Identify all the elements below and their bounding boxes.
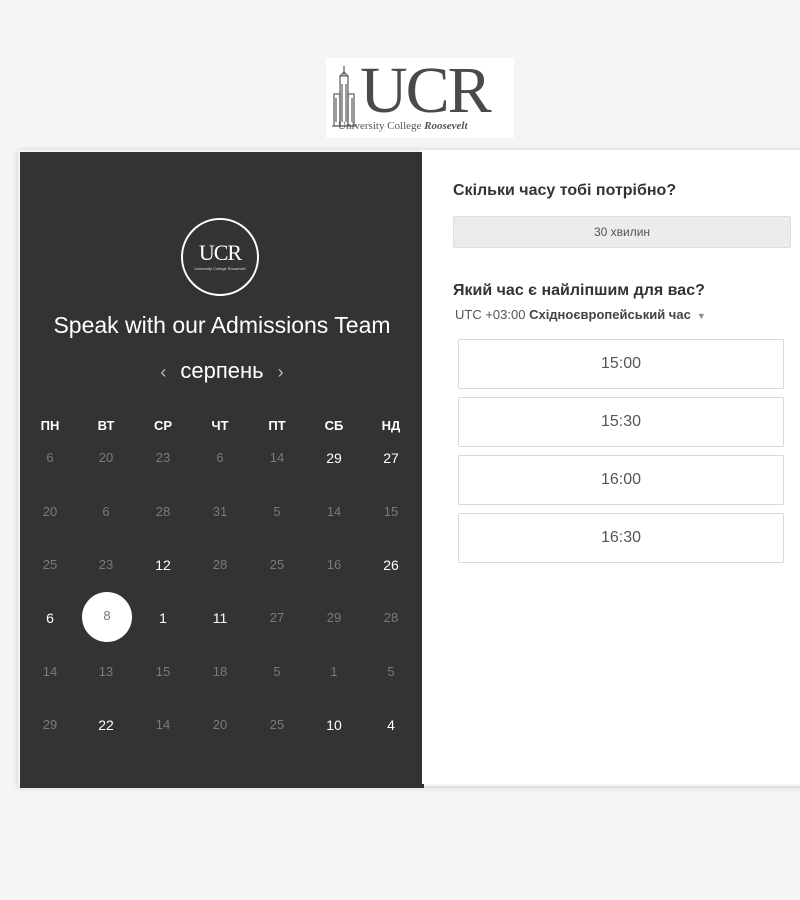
chevron-right-icon[interactable]: › — [264, 362, 298, 383]
calendar-day: 31 — [212, 504, 228, 519]
booking-panel: Скільки часу тобі потрібно? 30 хвилин Як… — [422, 150, 800, 784]
time-slot-button[interactable]: 16:30 — [458, 513, 784, 563]
calendar-day: 28 — [212, 557, 228, 572]
weekday-header: ПН — [40, 418, 60, 433]
calendar-day: 6 — [102, 504, 110, 519]
scheduler-card: UCR University College Roosevelt Speak w… — [18, 150, 800, 788]
chevron-left-icon[interactable]: ‹ — [146, 362, 180, 383]
weekday-header: СБ — [324, 418, 344, 433]
calendar-day: 23 — [155, 450, 171, 465]
calendar-day: 29 — [326, 610, 342, 625]
duration-question: Скільки часу тобі потрібно? — [453, 182, 677, 199]
calendar-day-available[interactable]: 22 — [86, 717, 126, 733]
ucr-logo: UCR University College Roosevelt — [326, 58, 514, 138]
timezone-offset: UTC +03:00 — [455, 307, 526, 322]
logo-subtitle-text: University College — [338, 120, 422, 132]
page-title: Speak with our Admissions Team — [53, 312, 391, 338]
timezone-selector[interactable]: UTC +03:00 Східноєвропейський час ▼ — [455, 307, 706, 322]
calendar-day: 27 — [269, 610, 285, 625]
calendar-day-available[interactable]: 1 — [143, 610, 183, 626]
calendar-day: 28 — [155, 504, 171, 519]
calendar-day: 14 — [326, 504, 342, 519]
time-slot-button[interactable]: 15:00 — [458, 339, 784, 389]
caret-down-icon: ▼ — [696, 311, 706, 321]
month-navigator: ‹ серпень › — [20, 358, 424, 384]
month-label: серпень — [180, 358, 264, 383]
calendar-day: 18 — [212, 664, 228, 679]
logo-wordmark: UCR — [360, 54, 492, 127]
timezone-name: Східноєвропейський час — [529, 307, 691, 322]
calendar-day: 15 — [155, 664, 171, 679]
weekday-header: НД — [381, 418, 401, 433]
badge-subtitle: University College Roosevelt — [194, 266, 246, 271]
calendar-day: 23 — [98, 557, 114, 572]
calendar-day: 20 — [98, 450, 114, 465]
calendar-day: 1 — [330, 664, 338, 679]
time-question: Який час є найліпшим для вас? — [453, 282, 705, 299]
calendar-day-available[interactable]: 4 — [371, 717, 411, 733]
calendar-day: 5 — [387, 664, 395, 679]
calendar-day-available[interactable]: 26 — [371, 557, 411, 573]
calendar-day: 20 — [212, 717, 228, 732]
calendar-day: 13 — [98, 664, 114, 679]
calendar-day-selected[interactable]: 8 — [82, 592, 132, 642]
calendar-panel: UCR University College Roosevelt Speak w… — [20, 152, 424, 788]
calendar-day: 29 — [42, 717, 58, 732]
weekday-header: СР — [153, 418, 173, 433]
calendar-day: 5 — [273, 504, 281, 519]
weekday-header: ВТ — [97, 418, 115, 433]
calendar-day: 6 — [216, 450, 224, 465]
calendar-day: 28 — [383, 610, 399, 625]
calendar-day: 16 — [326, 557, 342, 572]
calendar-day-available[interactable]: 10 — [314, 717, 354, 733]
weekday-header: ЧТ — [211, 418, 229, 433]
calendar-day: 25 — [269, 557, 285, 572]
calendar-day: 20 — [42, 504, 58, 519]
calendar-day: 25 — [42, 557, 58, 572]
calendar-day: 14 — [155, 717, 171, 732]
calendar-day: 14 — [269, 450, 285, 465]
calendar-day: 6 — [46, 450, 54, 465]
calendar-day: 15 — [383, 504, 399, 519]
calendar-day: 25 — [269, 717, 285, 732]
calendar-day-available[interactable]: 11 — [200, 610, 240, 626]
calendar-day-available[interactable]: 27 — [371, 450, 411, 466]
logo-subtitle: University College Roosevelt — [338, 120, 468, 132]
logo-subtitle-emphasis: Roosevelt — [424, 120, 468, 132]
time-slot-button[interactable]: 16:00 — [458, 455, 784, 505]
calendar-day-available[interactable]: 12 — [143, 557, 183, 573]
calendar-day-available[interactable]: 6 — [30, 610, 70, 626]
calendar-day: 5 — [273, 664, 281, 679]
duration-selector[interactable]: 30 хвилин — [453, 216, 791, 248]
calendar-day-available[interactable]: 29 — [314, 450, 354, 466]
ucr-badge: UCR University College Roosevelt — [181, 218, 259, 296]
calendar-day: 14 — [42, 664, 58, 679]
time-slot-button[interactable]: 15:30 — [458, 397, 784, 447]
badge-letters: UCR — [198, 240, 242, 265]
weekday-header: ПТ — [268, 418, 286, 433]
